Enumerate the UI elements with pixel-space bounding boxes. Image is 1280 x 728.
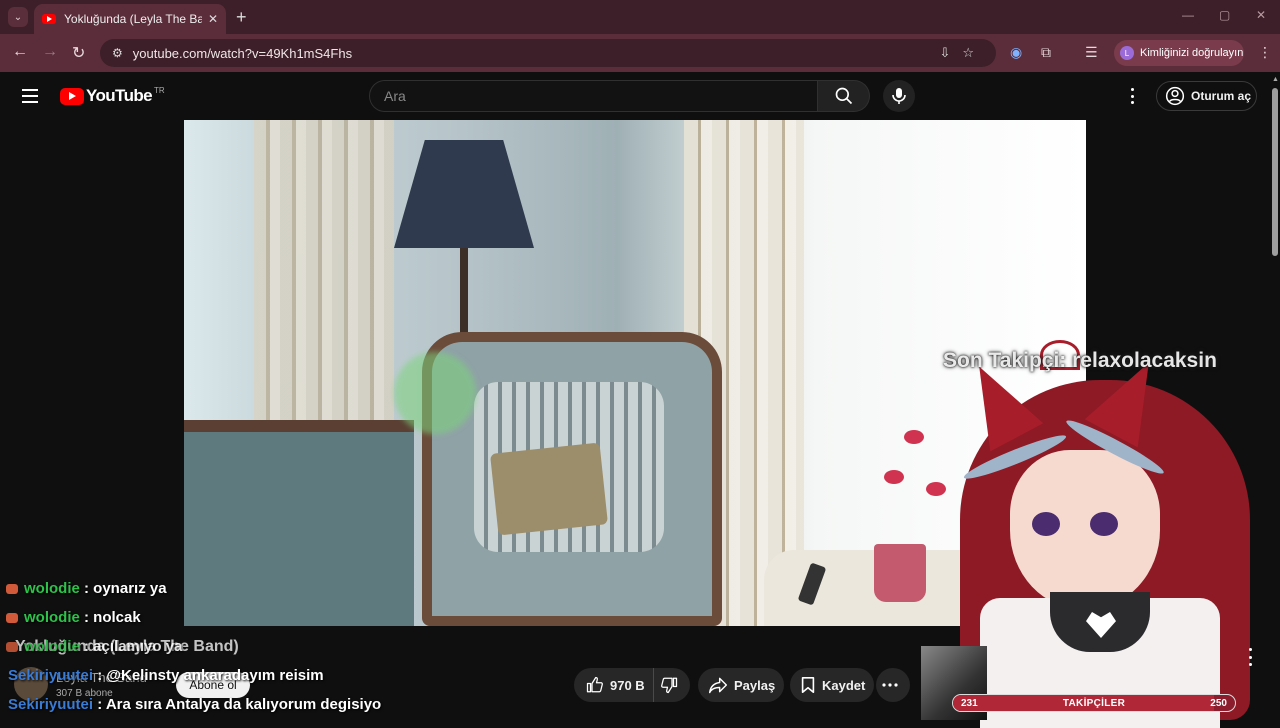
youtube-play-icon xyxy=(60,87,84,105)
search-button[interactable] xyxy=(818,80,870,112)
chat-text: : oynarız ya xyxy=(84,580,167,597)
followers-target: 250 xyxy=(1210,697,1227,709)
profile-label: Kimliğinizi doğrulayın xyxy=(1140,47,1244,59)
chat-message: Sekiriyuutei : Ara sıra Antalya da kalıy… xyxy=(8,696,381,713)
window-close-button[interactable]: ✕ xyxy=(1256,8,1266,22)
window-maximize-button[interactable]: ▢ xyxy=(1219,8,1230,22)
url-text: youtube.com/watch?v=49Kh1mS4Fhs xyxy=(132,45,353,61)
chat-message: wolodie : açılamıyo ya xyxy=(6,638,182,655)
thumbs-up-icon xyxy=(586,676,603,693)
tab-close-icon[interactable]: ✕ xyxy=(208,12,218,26)
tab-search-dropdown-icon[interactable]: ⌄ xyxy=(8,7,28,27)
browser-toolbar: ← → ↻ ⚙ youtube.com/watch?v=49Kh1mS4Fhs … xyxy=(0,34,1280,72)
more-actions-button[interactable] xyxy=(876,668,910,702)
youtube-favicon-icon xyxy=(42,14,56,24)
share-arrow-icon xyxy=(708,677,728,694)
chat-username: wolodie xyxy=(24,609,80,626)
followers-goal-label: TAKİPÇİLER xyxy=(1062,697,1126,709)
media-cast-icon[interactable]: ◉ xyxy=(1010,44,1022,61)
share-label: Paylaş xyxy=(734,677,776,693)
extensions-icon[interactable]: ⧉ xyxy=(1041,44,1051,61)
avatar-eye xyxy=(1090,512,1118,536)
save-label: Kaydet xyxy=(822,677,866,693)
reload-button[interactable]: ↻ xyxy=(72,43,85,63)
more-horizontal-icon xyxy=(882,683,898,687)
browser-tab-active[interactable]: Yokluğunda (Leyla The Band) - YouTube ✕ xyxy=(34,4,226,34)
last-follower-overlay: Son Takipçi: relaxolacaksin xyxy=(943,349,1217,372)
video-sofa xyxy=(184,420,414,626)
browser-menu-icon[interactable]: ⋮ xyxy=(1258,44,1272,61)
video-flower xyxy=(904,430,924,444)
video-pillow xyxy=(490,442,608,536)
scroll-up-arrow-icon[interactable]: ▲ xyxy=(1272,76,1279,83)
chat-username: Sekiriyuutei xyxy=(8,667,94,684)
chat-badge-icon xyxy=(6,642,18,653)
back-button[interactable]: ← xyxy=(12,43,28,61)
browser-tab-bar: ⌄ Yokluğunda (Leyla The Band) - YouTube … xyxy=(0,0,1280,34)
vtuber-avatar xyxy=(940,340,1270,728)
logo-text: YouTube xyxy=(86,86,153,105)
youtube-logo[interactable]: YouTube TR xyxy=(60,86,165,106)
chat-text: : nolcak xyxy=(84,609,141,626)
settings-more-icon[interactable] xyxy=(1122,86,1142,106)
signin-label: Oturum aç xyxy=(1191,89,1252,103)
profile-avatar: L xyxy=(1120,46,1134,60)
signin-button[interactable]: Oturum aç xyxy=(1156,81,1257,111)
chat-text: : açılamıyo ya xyxy=(84,638,183,655)
install-and-bookmark-icons[interactable]: ⇩☆ xyxy=(939,45,986,61)
video-flower xyxy=(884,470,904,484)
region-code: TR xyxy=(154,85,165,95)
followers-current: 231 xyxy=(961,697,978,709)
chat-badge-icon xyxy=(6,613,18,624)
like-dislike-group: 970 B xyxy=(574,668,690,702)
like-count: 970 B xyxy=(610,677,645,693)
site-info-icon[interactable]: ⚙ xyxy=(112,46,123,60)
hamburger-menu-icon[interactable] xyxy=(22,89,38,103)
address-bar[interactable]: ⚙ youtube.com/watch?v=49Kh1mS4Fhs ⇩☆ xyxy=(100,39,996,67)
video-flowerpot xyxy=(874,544,926,602)
microphone-icon xyxy=(892,88,906,104)
thumbs-down-icon xyxy=(661,677,678,694)
youtube-header: YouTube TR Oturum aç xyxy=(0,72,1280,120)
voice-search-button[interactable] xyxy=(883,80,915,112)
share-button[interactable]: Paylaş xyxy=(698,668,784,702)
search-input[interactable] xyxy=(369,80,818,112)
bookmark-icon xyxy=(801,676,815,694)
save-button[interactable]: Kaydet xyxy=(790,668,874,702)
reading-list-icon[interactable]: ☰ xyxy=(1085,44,1098,61)
chat-badge-icon xyxy=(6,584,18,595)
avatar-eye xyxy=(1032,512,1060,536)
avatar-face xyxy=(1010,450,1160,610)
forward-button[interactable]: → xyxy=(42,43,58,61)
chat-message: wolodie : oynarız ya xyxy=(6,580,167,597)
dislike-button[interactable] xyxy=(654,668,690,702)
scrollbar-thumb[interactable] xyxy=(1272,88,1278,256)
chat-message: wolodie : nolcak xyxy=(6,609,141,626)
video-green-blur xyxy=(394,352,476,434)
recommended-more-icon[interactable] xyxy=(1245,648,1255,666)
chat-text: : Ara sıra Antalya da kalıyorum degisiyo xyxy=(97,696,382,713)
chat-username: wolodie xyxy=(24,638,80,655)
followers-goal-bar: 231 TAKİPÇİLER 250 xyxy=(952,694,1236,712)
profile-button[interactable]: L Kimliğinizi doğrulayın xyxy=(1114,40,1244,66)
like-button[interactable]: 970 B xyxy=(574,668,654,702)
chat-text: : @Kelinsty ankaradayım reisim xyxy=(97,667,324,684)
chat-username: Sekiriyuutei xyxy=(8,696,94,713)
account-icon xyxy=(1165,86,1185,106)
window-minimize-button[interactable]: — xyxy=(1182,8,1194,22)
search-icon xyxy=(835,87,852,105)
chat-username: wolodie xyxy=(24,580,80,597)
new-tab-button[interactable]: + xyxy=(236,7,247,28)
tab-title: Yokluğunda (Leyla The Band) - YouTube xyxy=(64,12,202,26)
chat-message: Sekiriyuutei : @Kelinsty ankaradayım rei… xyxy=(8,667,324,684)
